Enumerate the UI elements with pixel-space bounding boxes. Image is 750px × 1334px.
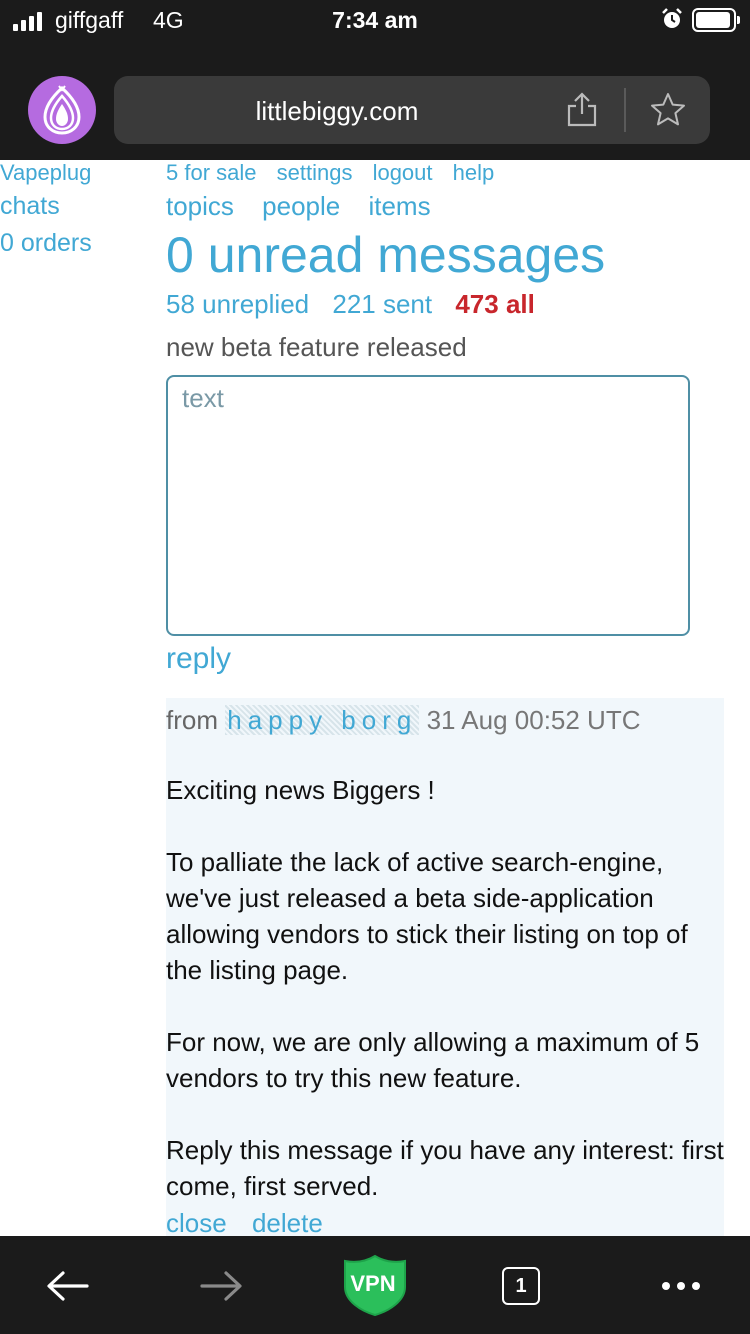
message-date: 31 Aug 00:52 UTC	[426, 705, 641, 735]
message-card: from happy borg 31 Aug 00:52 UTC Excitin…	[166, 698, 724, 1236]
page-content: Vapeplug chats 0 orders 5 for sale setti…	[0, 160, 750, 1236]
forward-arrow-icon	[200, 1271, 242, 1301]
toolbar-divider	[624, 88, 626, 132]
reply-button[interactable]: reply	[166, 642, 231, 676]
battery-icon	[692, 8, 740, 32]
message-actions: close delete	[166, 1208, 341, 1236]
bookmark-star-icon[interactable]	[649, 91, 687, 129]
message-paragraph: Exciting news Biggers !	[166, 775, 435, 805]
message-paragraph: Reply this message if you have any inter…	[166, 1135, 724, 1201]
message-filter-counts: 58 unreplied 221 sent 473 all	[166, 289, 551, 320]
all-filter-link[interactable]: 473 all	[455, 289, 535, 319]
nav-help-link[interactable]: help	[453, 160, 495, 185]
tabs-icon: 1	[502, 1267, 540, 1305]
back-button[interactable]	[38, 1256, 98, 1316]
message-subject: new beta feature released	[166, 332, 467, 362]
back-arrow-icon	[47, 1271, 89, 1301]
more-icon	[662, 1282, 700, 1290]
message-paragraph: To palliate the lack of active search-en…	[166, 847, 688, 985]
unreplied-filter-link[interactable]: 58 unreplied	[166, 289, 309, 319]
status-bar: giffgaff 4G 7:34 am	[0, 0, 750, 42]
url-text: littlebiggy.com	[255, 96, 419, 126]
more-button[interactable]	[651, 1256, 711, 1316]
message-body: Exciting news Biggers ! To palliate the …	[166, 772, 724, 1204]
from-label: from	[166, 705, 218, 735]
unread-messages-title[interactable]: 0 unread messages	[166, 226, 605, 284]
nav-people-link[interactable]: people	[262, 191, 340, 221]
sender-link[interactable]: happy borg	[225, 705, 420, 735]
sub-nav: topics people items	[166, 191, 452, 222]
browser-toolbar: littlebiggy.com	[0, 42, 750, 160]
vpn-label: VPN	[350, 1271, 396, 1296]
sidebar-orders-link[interactable]: 0 orders	[0, 229, 92, 258]
clock: 7:34 am	[332, 7, 418, 33]
close-message-link[interactable]: close	[166, 1208, 227, 1236]
reply-textarea[interactable]	[166, 375, 690, 636]
nav-items-link[interactable]: items	[368, 191, 430, 221]
tabs-button[interactable]: 1	[491, 1256, 551, 1316]
top-nav: 5 for sale settings logout help	[166, 160, 508, 186]
share-icon[interactable]	[564, 92, 600, 128]
onion-icon[interactable]	[28, 76, 96, 144]
vpn-button[interactable]: VPN	[340, 1252, 410, 1318]
address-bar[interactable]: littlebiggy.com	[114, 76, 710, 144]
message-paragraph: For now, we are only allowing a maximum …	[166, 1027, 700, 1093]
delete-message-link[interactable]: delete	[252, 1208, 323, 1236]
alarm-icon	[662, 8, 682, 28]
forward-button[interactable]	[191, 1256, 251, 1316]
nav-for-sale-link[interactable]: 5 for sale	[166, 160, 257, 185]
sidebar-username-link[interactable]: Vapeplug	[0, 160, 91, 186]
message-header: from happy borg 31 Aug 00:52 UTC	[166, 702, 724, 738]
nav-topics-link[interactable]: topics	[166, 191, 234, 221]
bottom-toolbar: VPN 1	[0, 1236, 750, 1334]
nav-logout-link[interactable]: logout	[373, 160, 433, 185]
sidebar-chats-link[interactable]: chats	[0, 192, 60, 221]
nav-settings-link[interactable]: settings	[277, 160, 353, 185]
sent-filter-link[interactable]: 221 sent	[332, 289, 432, 319]
